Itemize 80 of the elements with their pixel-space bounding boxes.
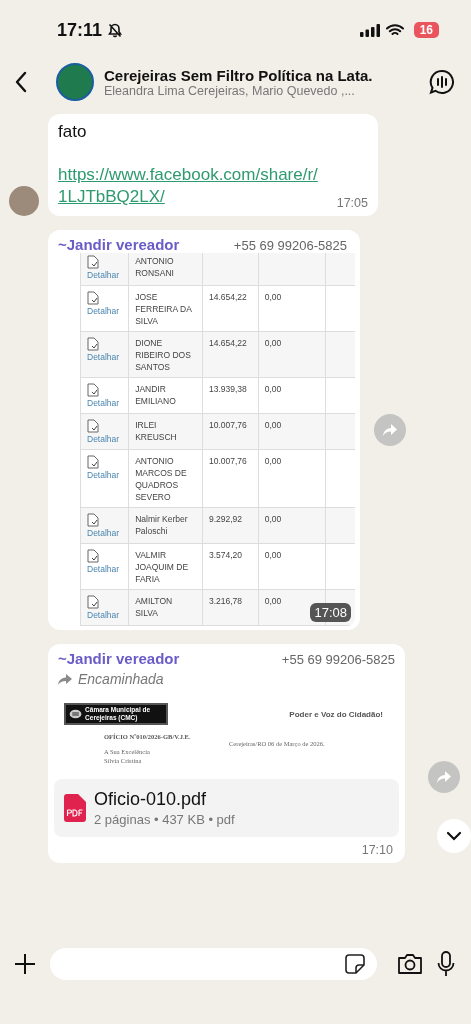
message-time: 17:10	[360, 843, 394, 857]
table-cell: 3.216,78	[208, 596, 243, 606]
detail-link[interactable]: Detalhar	[87, 469, 120, 481]
table-cell: 14.654,22	[208, 338, 247, 348]
document-tagline: Poder e Voz do Cidadão!	[289, 709, 384, 719]
camera-icon[interactable]	[397, 953, 423, 975]
table-cell: ANTONIO RONSANI	[135, 256, 174, 278]
detail-link[interactable]: Detalhar	[87, 351, 120, 363]
document-icon	[87, 455, 99, 469]
table-cell: IRLEI KREUSCH	[135, 420, 177, 442]
document-icon	[87, 383, 99, 397]
table-cell: 0,00	[264, 292, 282, 302]
forward-icon	[436, 770, 452, 784]
table-cell: 0,00	[264, 456, 282, 466]
table-cell: JANDIR EMILIANO	[135, 384, 176, 406]
file-attachment[interactable]: Oficio-010.pdf 2 páginas • 437 KB • pdf	[54, 779, 399, 837]
forwarded-icon	[58, 673, 72, 685]
message-time: 17:05	[336, 196, 368, 210]
table-cell: Nalmir Kerber Paloschi	[135, 514, 188, 536]
table-cell: VALMIR JOAQUIM DE FARIA	[135, 550, 189, 584]
voice-chat-icon[interactable]	[429, 69, 455, 95]
table-cell: 0,00	[264, 514, 282, 524]
detail-link[interactable]: Detalhar	[87, 527, 120, 539]
table-cell: 10.007,76	[208, 456, 247, 466]
muted-bell-icon	[108, 22, 123, 38]
scroll-down-button[interactable]	[437, 819, 471, 853]
sticker-icon[interactable]	[345, 954, 365, 974]
microphone-icon[interactable]	[437, 951, 455, 977]
document-icon	[87, 337, 99, 351]
wifi-icon	[385, 23, 404, 37]
message-input-field[interactable]	[50, 948, 377, 980]
chat-title[interactable]: Cerejeiras Sem Filtro Política na Lata.	[104, 66, 419, 84]
forwarded-label: Encaminhada	[78, 671, 164, 687]
battery-level: 16	[413, 22, 439, 38]
document-icon	[87, 595, 99, 609]
pdf-file-icon	[64, 794, 86, 822]
sender-name[interactable]: ~Jandir vereador	[58, 650, 180, 667]
table-cell: 3.574,20	[208, 550, 243, 560]
back-icon[interactable]	[14, 71, 28, 93]
forward-icon	[382, 423, 398, 437]
detail-link[interactable]: Detalhar	[87, 609, 120, 621]
signal-icon	[359, 23, 380, 37]
detail-link[interactable]: Detalhar	[87, 269, 120, 281]
message-time: 17:08	[310, 603, 351, 622]
document-icon	[87, 513, 99, 527]
message-link[interactable]: https://www.facebook.com/share/r/1LJTbBQ2LX/	[58, 164, 321, 208]
file-name: Oficio-010.pdf	[94, 789, 208, 810]
sender-phone: +55 69 99206-5825	[233, 238, 347, 253]
table-cell: AMILTON SILVA	[135, 596, 173, 618]
sender-avatar[interactable]	[9, 186, 39, 216]
table-cell: 0,00	[264, 338, 282, 348]
table-cell: 10.007,76	[208, 420, 247, 430]
table-screenshot[interactable]	[80, 253, 355, 626]
document-icon	[87, 419, 99, 433]
document-icon	[87, 291, 99, 305]
table-cell: 13.939,38	[208, 384, 247, 394]
detail-link[interactable]: Detalhar	[87, 397, 120, 409]
table-cell: 14.654,22	[208, 292, 247, 302]
chat-members: Eleandra Lima Cerejeiras, Mario Quevedo ,...	[104, 83, 356, 98]
sender-name[interactable]: ~Jandir vereador	[58, 236, 180, 253]
table-cell: JOSE FERREIRA DA SILVA	[135, 292, 192, 326]
table-cell: 9.292,92	[208, 514, 243, 524]
table-cell: 0,00	[264, 420, 282, 430]
detail-link[interactable]: Detalhar	[87, 563, 120, 575]
file-info: 2 páginas • 437 KB • pdf	[94, 812, 235, 827]
table-cell: 0,00	[264, 596, 282, 606]
table-cell: DIONE RIBEIRO DOS SANTOS	[135, 338, 191, 372]
table-cell: ANTONIO MARCOS DE QUADROS SEVERO	[135, 456, 187, 502]
plus-icon[interactable]	[14, 953, 36, 975]
detail-link[interactable]: Detalhar	[87, 305, 120, 317]
message-text: fato	[58, 122, 88, 142]
chevron-down-icon	[446, 831, 462, 841]
detail-link[interactable]: Detalhar	[87, 433, 120, 445]
document-icon	[87, 255, 99, 269]
table-cell: 0,00	[264, 550, 282, 560]
group-avatar[interactable]	[56, 63, 94, 101]
status-time: 17:11	[57, 19, 103, 41]
table-cell: 0,00	[264, 384, 282, 394]
document-icon	[87, 549, 99, 563]
sender-phone: +55 69 99206-5825	[281, 652, 395, 667]
